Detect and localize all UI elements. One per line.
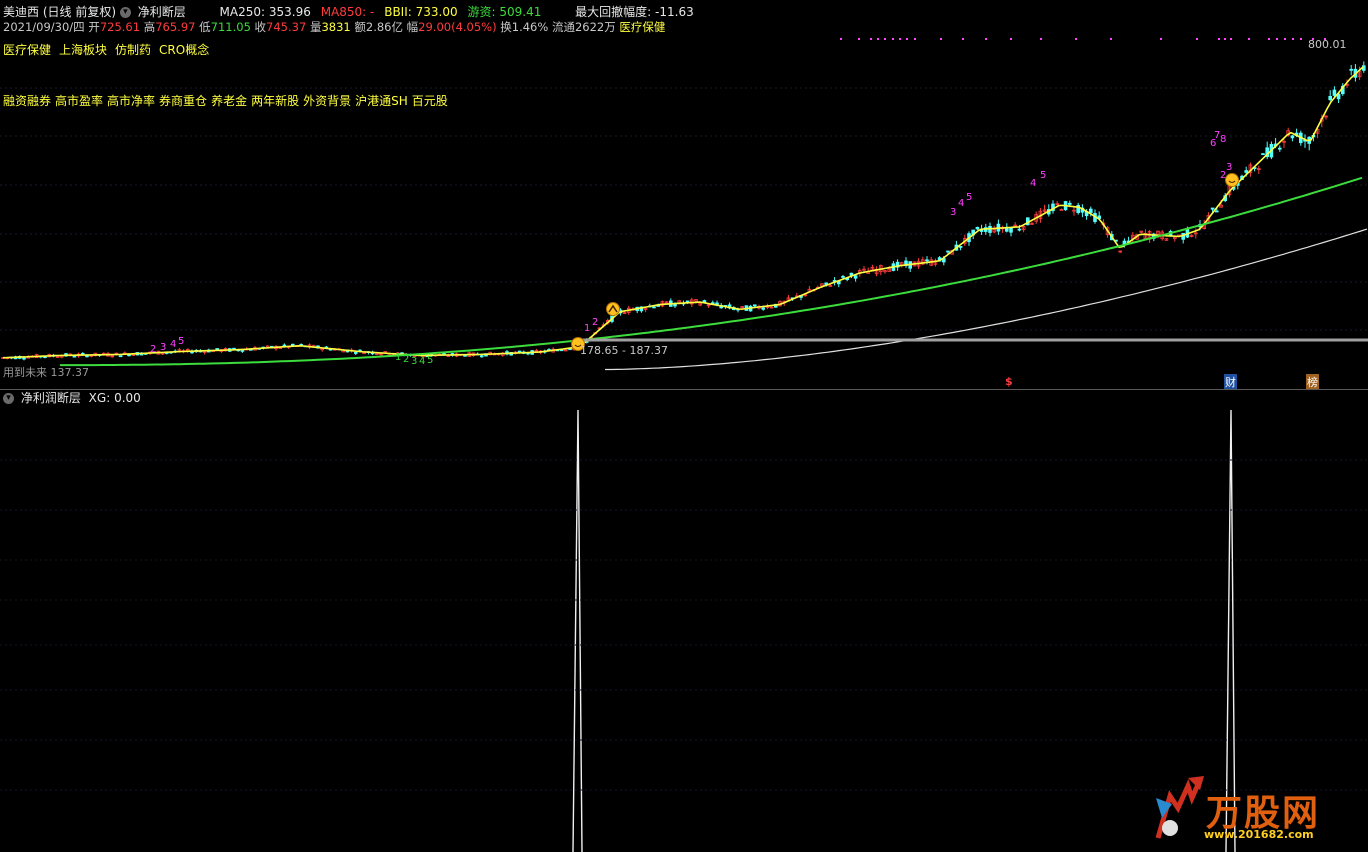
candle-body <box>1017 228 1022 231</box>
count-label: 8 <box>1220 134 1226 145</box>
candle-body <box>753 304 757 307</box>
signal-dot <box>1230 38 1232 40</box>
candle-body <box>1215 210 1219 213</box>
signal-dot <box>877 38 879 40</box>
signal-dot <box>899 38 901 40</box>
signal-dot <box>962 38 964 40</box>
signal-dot <box>940 38 942 40</box>
signal-dot <box>985 38 987 40</box>
count-label: 5 <box>966 192 972 203</box>
candle-body <box>517 350 522 353</box>
watermark: 万股网 www.201682.com <box>1148 768 1348 848</box>
count-label: 5 <box>1040 170 1046 181</box>
ma-yellow-line <box>2 66 1364 359</box>
candlestick-chart[interactable]: 2 3 4 51234545 2367 81 2 3 4 5 <box>0 0 1368 389</box>
signal-dot <box>1075 38 1077 40</box>
candle-body <box>958 246 963 248</box>
pane-divider[interactable] <box>0 389 1368 390</box>
count-label: 1 <box>584 323 590 334</box>
candle-body <box>1244 170 1249 173</box>
candle-body <box>652 306 656 309</box>
candle-body <box>353 352 358 354</box>
candle-body <box>1009 227 1013 233</box>
event-marker-dollar[interactable]: $ <box>1005 375 1013 388</box>
candle-body <box>1261 153 1265 156</box>
count-label: 2 <box>403 354 409 365</box>
candle-body <box>1328 95 1333 101</box>
candle-body <box>22 357 26 360</box>
candle-body <box>761 307 765 310</box>
candle-body <box>55 356 60 358</box>
signal-dot <box>1160 38 1162 40</box>
count-label: 4 <box>170 339 176 350</box>
candle-body <box>240 349 245 352</box>
signal-dot <box>1276 38 1278 40</box>
signal-dot <box>906 38 908 40</box>
signal-dot <box>870 38 872 40</box>
bottom-left-label: 用到未来 137.37 <box>3 366 89 379</box>
candle-body <box>1089 208 1093 214</box>
count-label: 3 <box>950 207 956 218</box>
xg-value: 0.00 <box>114 391 141 405</box>
count-label: 5 <box>178 336 184 347</box>
count-label: 5 <box>427 355 433 366</box>
signal-dot <box>1248 38 1250 40</box>
signal-dot <box>1110 38 1112 40</box>
count-label: 3 <box>411 356 417 367</box>
xg-label: XG: <box>88 391 111 405</box>
candle-body <box>1290 135 1295 139</box>
watermark-url: www.201682.com <box>1204 828 1314 841</box>
signal-dot <box>1218 38 1220 40</box>
buy-arrow-icon <box>606 302 620 316</box>
signal-dot <box>1196 38 1198 40</box>
candle-body <box>1210 207 1215 210</box>
count-label: 3 <box>160 342 166 353</box>
count-label: 4 <box>958 198 964 209</box>
candle-body <box>853 275 858 279</box>
candle-body <box>685 300 690 303</box>
candle-body <box>1332 89 1337 96</box>
signal-dot <box>914 38 916 40</box>
xg-signal-spike <box>572 409 583 852</box>
ma-green-line <box>60 176 1363 367</box>
smiley-icon <box>1225 173 1239 187</box>
count-label: 4 <box>419 356 425 367</box>
chevron-down-icon[interactable]: ▾ <box>3 393 14 404</box>
signal-dot <box>892 38 894 40</box>
count-label: 1 <box>395 352 401 363</box>
candle-body <box>118 355 123 358</box>
count-label: 2 <box>592 317 598 328</box>
signal-dot <box>1268 38 1270 40</box>
signal-dot <box>1284 38 1286 40</box>
count-label: 3 <box>1226 162 1232 173</box>
candle-body <box>1349 68 1354 71</box>
event-marker-finance[interactable]: 财 <box>1224 374 1237 390</box>
candle-body <box>841 275 845 278</box>
candle-body <box>946 250 950 253</box>
candle-body <box>1278 147 1282 150</box>
signal-dot <box>1300 38 1302 40</box>
candle-body <box>72 355 77 358</box>
signal-dot <box>858 38 860 40</box>
candle-body <box>975 226 980 230</box>
candle-body <box>925 259 929 262</box>
signal-dot <box>1224 38 1226 40</box>
count-label: 4 <box>1030 178 1036 189</box>
subchart-header: ▾ 净利润断层 XG: 0.00 <box>3 391 141 405</box>
max-price-label: 800.01 <box>1308 38 1347 51</box>
subchart-title[interactable]: 净利润断层 <box>21 391 81 405</box>
candle-body <box>479 355 484 358</box>
signal-dot <box>1292 38 1294 40</box>
signal-dot <box>1040 38 1042 40</box>
event-marker-ranking[interactable]: 榜 <box>1306 374 1319 390</box>
min-price-label: 178.65 - 187.37 <box>580 344 668 357</box>
candle-body <box>1068 202 1072 205</box>
ma-white-line <box>605 228 1368 371</box>
signal-dot <box>884 38 886 40</box>
count-label: 2 <box>150 344 156 355</box>
signal-dot <box>840 38 842 40</box>
signal-dot <box>1010 38 1012 40</box>
